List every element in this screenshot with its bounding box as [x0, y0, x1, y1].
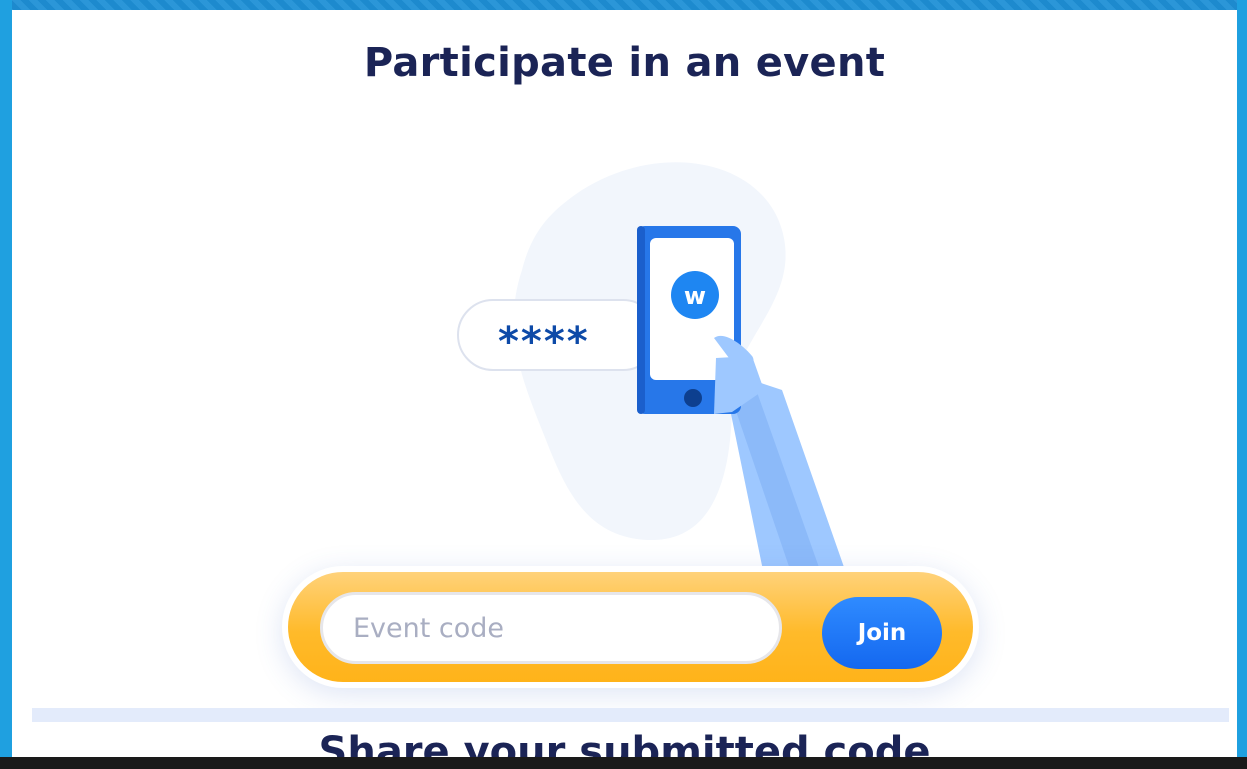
join-button[interactable]: Join [822, 597, 942, 669]
phone-home-button [684, 389, 702, 407]
phone-illustration: **** w [457, 162, 852, 590]
join-event-panel: Participate in an event **** w Event cod… [12, 10, 1237, 757]
phone-side [637, 226, 645, 414]
join-form: Join [282, 566, 979, 688]
event-code-input[interactable] [320, 592, 782, 664]
page-title: Participate in an event [363, 40, 886, 86]
bottom-frame-bar [0, 757, 1247, 769]
next-section-heading: Share your submitted code [318, 729, 931, 757]
app-screen: Participate in an event **** w Event cod… [0, 0, 1247, 769]
left-frame-edge [0, 0, 12, 769]
join-form-background: Join [288, 572, 973, 682]
right-frame-edge [1237, 0, 1247, 769]
password-mask-text: **** [498, 319, 590, 365]
app-logo-letter: w [684, 282, 706, 310]
